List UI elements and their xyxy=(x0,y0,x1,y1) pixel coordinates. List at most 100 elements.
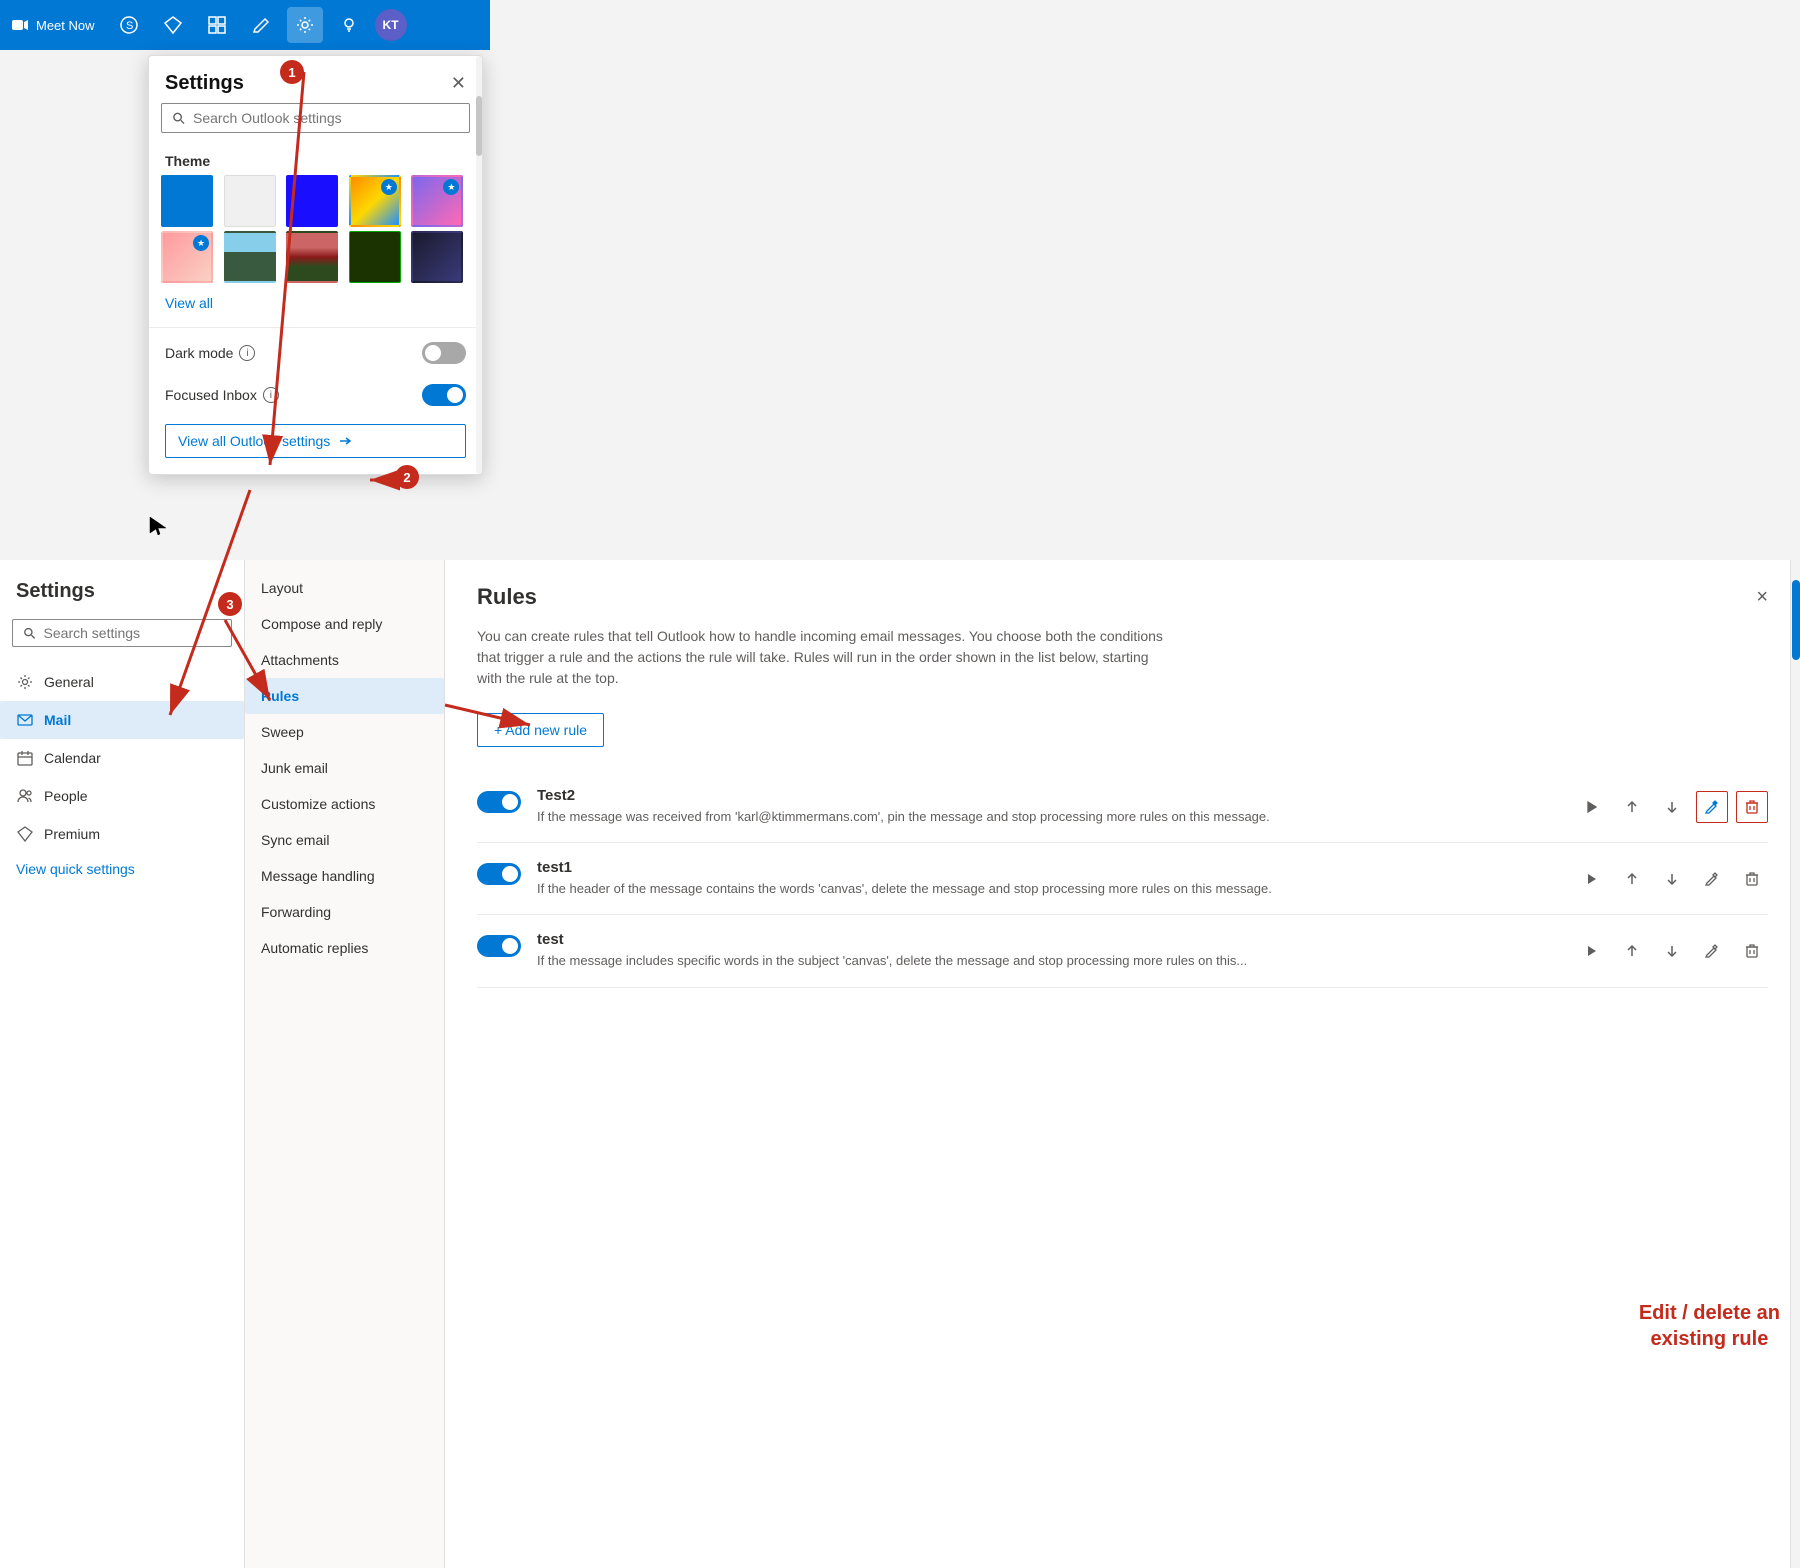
mail-nav-message-handling[interactable]: Message handling xyxy=(245,858,444,894)
focused-inbox-toggle[interactable] xyxy=(422,384,466,406)
theme-abstract[interactable] xyxy=(411,175,463,227)
theme-white[interactable] xyxy=(224,175,276,227)
qs-close-button[interactable]: ✕ xyxy=(451,73,466,94)
rule-test-edit-btn[interactable] xyxy=(1696,935,1728,967)
theme-blue[interactable] xyxy=(161,175,213,227)
user-avatar[interactable]: KT xyxy=(375,9,407,41)
rule-test-desc: If the message includes specific words i… xyxy=(537,952,1560,970)
rule-test2-name: Test2 xyxy=(537,787,1560,804)
rule-test1-content: test1 If the header of the message conta… xyxy=(537,859,1560,898)
sidebar-item-calendar-label: Calendar xyxy=(44,750,101,766)
rule-test2-up-btn[interactable] xyxy=(1616,791,1648,823)
rule-test-run-btn[interactable] xyxy=(1576,935,1608,967)
sidebar-item-general[interactable]: General xyxy=(0,663,244,701)
theme-sunset[interactable] xyxy=(349,175,401,227)
focused-inbox-thumb xyxy=(447,387,463,403)
rule-test1-toggle[interactable] xyxy=(477,863,521,885)
mail-nav-sync[interactable]: Sync email xyxy=(245,822,444,858)
rule-test1-down-btn[interactable] xyxy=(1656,863,1688,895)
rule-test1-edit-btn[interactable] xyxy=(1696,863,1728,895)
mail-nav-sweep[interactable]: Sweep xyxy=(245,714,444,750)
mail-nav-customize[interactable]: Customize actions xyxy=(245,786,444,822)
theme-trees[interactable] xyxy=(286,231,338,283)
theme-grid xyxy=(149,175,482,291)
rule-test1-desc: If the header of the message contains th… xyxy=(537,880,1560,898)
rule-test2-run-btn[interactable] xyxy=(1576,791,1608,823)
mail-nav-attachments[interactable]: Attachments xyxy=(245,642,444,678)
rules-description: You can create rules that tell Outlook h… xyxy=(477,626,1177,689)
rule-test-delete-btn[interactable] xyxy=(1736,935,1768,967)
sidebar-item-calendar[interactable]: Calendar xyxy=(0,739,244,777)
rule-test2-edit-btn[interactable] xyxy=(1696,791,1728,823)
theme-royal[interactable] xyxy=(286,175,338,227)
rule-test1-run-btn[interactable] xyxy=(1576,863,1608,895)
diamond-nav-icon xyxy=(16,825,34,843)
rule-test2-desc: If the message was received from 'karl@k… xyxy=(537,808,1560,826)
mail-nav-junk[interactable]: Junk email xyxy=(245,750,444,786)
rule-test-name: test xyxy=(537,931,1560,948)
cursor xyxy=(148,515,168,535)
sidebar-item-mail[interactable]: Mail xyxy=(0,701,244,739)
dark-mode-toggle[interactable] xyxy=(422,342,466,364)
focused-inbox-info[interactable]: i xyxy=(263,387,279,403)
focused-inbox-row: Focused Inbox i xyxy=(149,374,482,416)
qs-search-box[interactable] xyxy=(161,103,470,133)
pencil-icon[interactable] xyxy=(243,7,279,43)
theme-ocean[interactable] xyxy=(411,231,463,283)
rule-test-content: test If the message includes specific wo… xyxy=(537,931,1560,970)
sidebar-item-people-label: People xyxy=(44,788,88,804)
mail-nav-auto-replies[interactable]: Automatic replies xyxy=(245,930,444,966)
mail-nav-layout[interactable]: Layout xyxy=(245,570,444,606)
rule-test2-toggle[interactable] xyxy=(477,791,521,813)
qs-search-input[interactable] xyxy=(193,110,459,126)
annotation-2: 2 xyxy=(395,465,419,489)
rule-test-actions xyxy=(1576,931,1768,967)
mail-nav-compose-reply[interactable]: Compose and reply xyxy=(245,606,444,642)
rule-item-test2: Test2 If the message was received from '… xyxy=(477,771,1768,843)
rules-panel: Rules × You can create rules that tell O… xyxy=(445,560,1800,1568)
theme-label: Theme xyxy=(149,145,482,175)
rule-test-down-btn[interactable] xyxy=(1656,935,1688,967)
sidebar-item-premium[interactable]: Premium xyxy=(0,815,244,853)
grid-icon[interactable] xyxy=(199,7,235,43)
settings-search-input[interactable] xyxy=(44,625,221,641)
view-all-settings-button[interactable]: View all Outlook settings xyxy=(165,424,466,458)
sidebar-item-premium-label: Premium xyxy=(44,826,100,842)
settings-panel: Settings General Mail Calendar People Pr… xyxy=(0,560,245,1568)
rules-title: Rules xyxy=(477,584,537,610)
rule-test-up-btn[interactable] xyxy=(1616,935,1648,967)
sidebar-item-mail-label: Mail xyxy=(44,712,71,728)
sidebar-item-people[interactable]: People xyxy=(0,777,244,815)
sidebar-item-general-label: General xyxy=(44,674,94,690)
mail-nav-rules[interactable]: Rules xyxy=(245,678,444,714)
qs-title: Settings xyxy=(165,72,244,95)
view-all-themes-link[interactable]: View all xyxy=(149,291,482,323)
view-quick-settings-link[interactable]: View quick settings xyxy=(0,853,244,885)
rules-close-button[interactable]: × xyxy=(1756,586,1768,609)
theme-circuit[interactable] xyxy=(349,231,401,283)
rule-test1-up-btn[interactable] xyxy=(1616,863,1648,895)
rule-test2-down-btn[interactable] xyxy=(1656,791,1688,823)
theme-floral[interactable] xyxy=(161,231,213,283)
meetnow-button[interactable]: Meet Now xyxy=(10,15,95,35)
mail-nav-forwarding[interactable]: Forwarding xyxy=(245,894,444,930)
dark-mode-info[interactable]: i xyxy=(239,345,255,361)
add-new-rule-button[interactable]: + Add new rule xyxy=(477,713,604,747)
rule-test1-delete-btn[interactable] xyxy=(1736,863,1768,895)
diamond-icon[interactable] xyxy=(155,7,191,43)
main-scrollbar[interactable] xyxy=(1790,560,1800,1568)
rule-test1-name: test1 xyxy=(537,859,1560,876)
gear-icon[interactable] xyxy=(287,7,323,43)
qs-scrollbar[interactable] xyxy=(476,56,482,474)
settings-search-box[interactable] xyxy=(12,619,232,647)
calendar-nav-icon xyxy=(16,749,34,767)
meetnow-label: Meet Now xyxy=(36,18,95,33)
bulb-icon[interactable] xyxy=(331,7,367,43)
theme-mountains[interactable] xyxy=(224,231,276,283)
dark-mode-label: Dark mode i xyxy=(165,345,255,361)
rule-test-toggle[interactable] xyxy=(477,935,521,957)
rule-test2-delete-btn[interactable] xyxy=(1736,791,1768,823)
mail-settings-nav: Layout Compose and reply Attachments Rul… xyxy=(245,560,445,1568)
annotation-3: 3 xyxy=(218,592,242,616)
skype-icon[interactable]: S xyxy=(111,7,147,43)
